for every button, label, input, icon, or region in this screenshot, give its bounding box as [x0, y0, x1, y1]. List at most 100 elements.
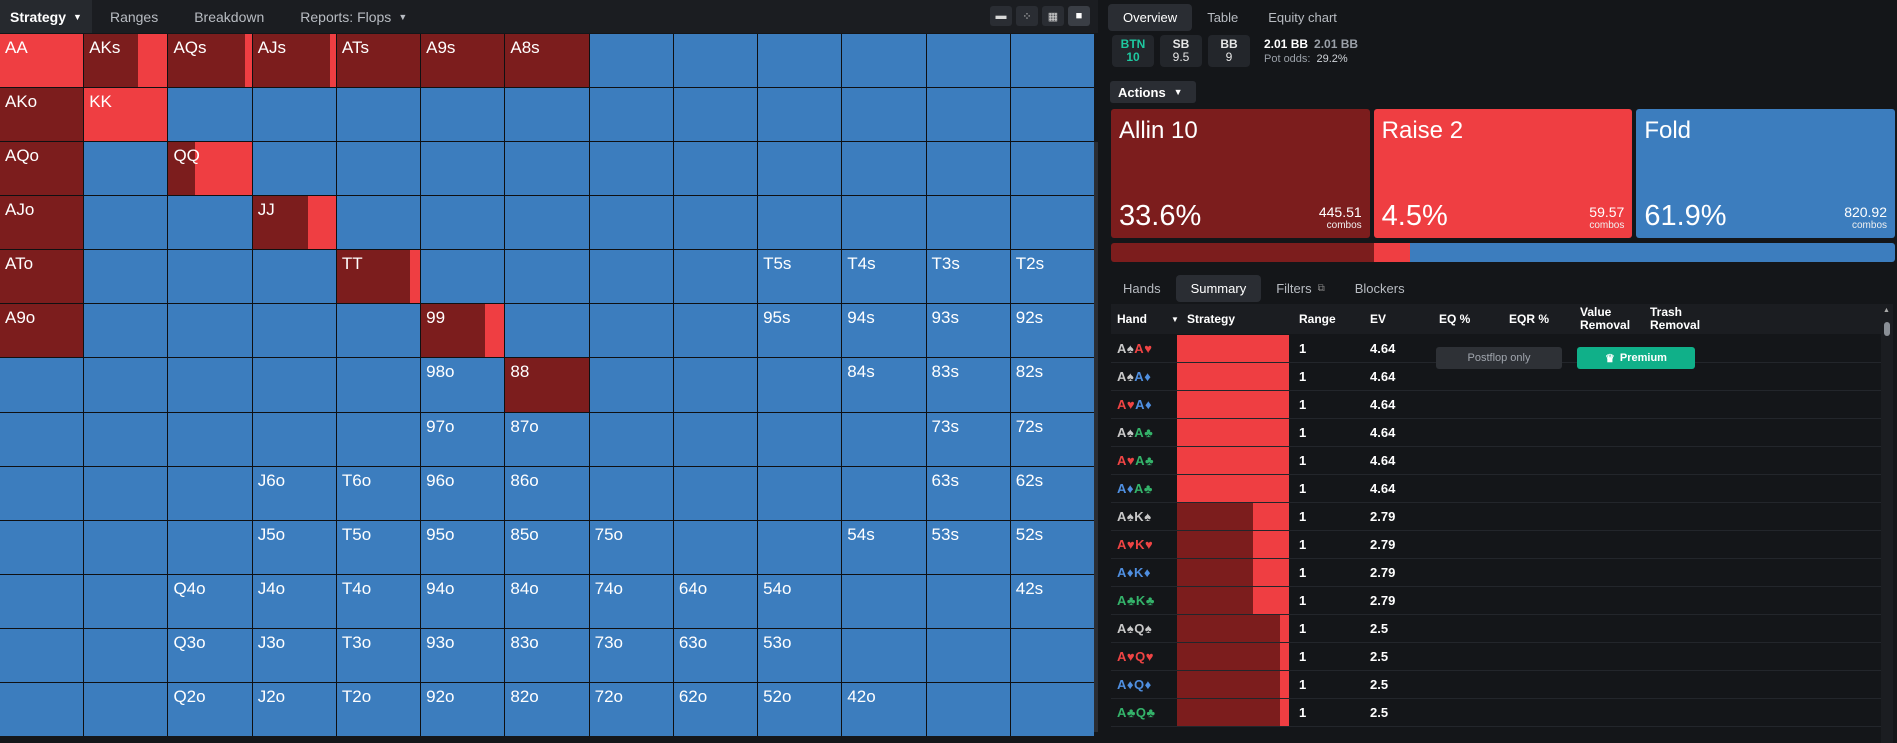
- matrix-cell[interactable]: [673, 142, 758, 196]
- matrix-cell[interactable]: 54s: [842, 520, 926, 574]
- matrix-cell[interactable]: [1010, 628, 1094, 682]
- matrix-cell[interactable]: [0, 520, 84, 574]
- matrix-cell[interactable]: [336, 358, 421, 412]
- matrix-cell[interactable]: 85o: [505, 520, 589, 574]
- column-range[interactable]: Range: [1299, 304, 1336, 334]
- matrix-cell[interactable]: [421, 250, 505, 304]
- column-ev[interactable]: EV: [1370, 304, 1386, 334]
- matrix-cell[interactable]: [842, 34, 926, 88]
- matrix-cell[interactable]: AQo: [0, 142, 84, 196]
- matrix-cell[interactable]: [84, 574, 168, 628]
- tab-overview[interactable]: Overview: [1108, 4, 1193, 31]
- matrix-cell[interactable]: [84, 304, 168, 358]
- matrix-cell[interactable]: 93s: [926, 304, 1010, 358]
- matrix-cell[interactable]: 42s: [1010, 574, 1094, 628]
- matrix-cell[interactable]: T2s: [1010, 250, 1094, 304]
- matrix-cell[interactable]: [673, 196, 758, 250]
- table-row[interactable]: A♥K♥ 1 2.79: [1111, 531, 1881, 559]
- matrix-cell[interactable]: [84, 142, 168, 196]
- column-trash-removal[interactable]: Trash Removal: [1650, 304, 1700, 334]
- tab-equity-chart[interactable]: Equity chart: [1253, 4, 1352, 31]
- matrix-cell[interactable]: [1010, 34, 1094, 88]
- matrix-cell[interactable]: T4o: [336, 574, 421, 628]
- matrix-cell[interactable]: [589, 304, 673, 358]
- matrix-cell[interactable]: [589, 196, 673, 250]
- action-card-fold[interactable]: Fold 61.9% 820.92 combos: [1636, 109, 1896, 238]
- matrix-cell[interactable]: [673, 466, 758, 520]
- matrix-cell[interactable]: QQ: [168, 142, 252, 196]
- matrix-cell[interactable]: [673, 304, 758, 358]
- column-eqr[interactable]: EQR %: [1509, 304, 1549, 334]
- matrix-cell[interactable]: 84s: [842, 358, 926, 412]
- matrix-scrollbar[interactable]: [1094, 142, 1098, 732]
- matrix-cell[interactable]: 52s: [1010, 520, 1094, 574]
- matrix-cell[interactable]: A8s: [505, 34, 589, 88]
- full-view-icon[interactable]: ■: [1068, 6, 1090, 26]
- matrix-cell[interactable]: [252, 142, 336, 196]
- matrix-cell[interactable]: [673, 34, 758, 88]
- table-row[interactable]: A♥A♦ 1 4.64: [1111, 391, 1881, 419]
- matrix-cell[interactable]: J5o: [252, 520, 336, 574]
- matrix-cell[interactable]: JJ: [252, 196, 336, 250]
- action-card-allin[interactable]: Allin 10 33.6% 445.51 combos: [1111, 109, 1370, 238]
- matrix-cell[interactable]: [84, 250, 168, 304]
- matrix-cell[interactable]: AJo: [0, 196, 84, 250]
- matrix-cell[interactable]: [0, 574, 84, 628]
- matrix-cell[interactable]: [1010, 88, 1094, 142]
- matrix-cell[interactable]: [336, 196, 421, 250]
- matrix-cell[interactable]: T6o: [336, 466, 421, 520]
- matrix-cell[interactable]: [842, 142, 926, 196]
- matrix-cell[interactable]: 83o: [505, 628, 589, 682]
- matrix-cell[interactable]: [252, 250, 336, 304]
- tab-summary[interactable]: Summary: [1175, 275, 1262, 302]
- matrix-cell[interactable]: [336, 412, 421, 466]
- matrix-cell[interactable]: 62s: [1010, 466, 1094, 520]
- matrix-cell[interactable]: J4o: [252, 574, 336, 628]
- matrix-cell[interactable]: 53s: [926, 520, 1010, 574]
- matrix-cell[interactable]: [926, 88, 1010, 142]
- table-row[interactable]: A♦Q♦ 1 2.5: [1111, 671, 1881, 699]
- matrix-cell[interactable]: Q4o: [168, 574, 252, 628]
- matrix-cell[interactable]: [589, 358, 673, 412]
- matrix-cell[interactable]: AA: [0, 34, 84, 88]
- split-view-icon[interactable]: ⁘: [1016, 6, 1038, 26]
- position-btn[interactable]: BTN 10: [1112, 35, 1154, 67]
- matrix-cell[interactable]: 94s: [842, 304, 926, 358]
- matrix-cell[interactable]: [758, 34, 842, 88]
- matrix-cell[interactable]: [842, 628, 926, 682]
- matrix-cell[interactable]: KK: [84, 88, 168, 142]
- table-row[interactable]: A♦K♦ 1 2.79: [1111, 559, 1881, 587]
- matrix-cell[interactable]: [673, 412, 758, 466]
- matrix-cell[interactable]: J2o: [252, 682, 336, 736]
- matrix-cell[interactable]: 92o: [421, 682, 505, 736]
- matrix-cell[interactable]: [84, 628, 168, 682]
- matrix-cell[interactable]: [1010, 682, 1094, 736]
- matrix-cell[interactable]: [758, 466, 842, 520]
- table-row[interactable]: A♥Q♥ 1 2.5: [1111, 643, 1881, 671]
- tab-strategy[interactable]: Strategy ▼: [0, 0, 92, 33]
- matrix-cell[interactable]: 86o: [505, 466, 589, 520]
- matrix-cell[interactable]: 53o: [758, 628, 842, 682]
- tab-blockers[interactable]: Blockers: [1340, 275, 1420, 302]
- action-card-raise[interactable]: Raise 2 4.5% 59.57 combos: [1373, 109, 1633, 238]
- column-hand[interactable]: Hand ▼: [1117, 304, 1179, 334]
- matrix-cell[interactable]: [0, 358, 84, 412]
- matrix-cell[interactable]: TT: [336, 250, 421, 304]
- grid-view-icon[interactable]: ▦: [1042, 6, 1064, 26]
- matrix-cell[interactable]: 99: [421, 304, 505, 358]
- matrix-cell[interactable]: [926, 574, 1010, 628]
- matrix-cell[interactable]: [758, 196, 842, 250]
- scroll-up-icon[interactable]: ▲: [1883, 307, 1890, 314]
- matrix-cell[interactable]: [84, 412, 168, 466]
- matrix-cell[interactable]: AJs: [252, 34, 336, 88]
- matrix-cell[interactable]: [842, 412, 926, 466]
- single-view-icon[interactable]: ▬: [990, 6, 1012, 26]
- matrix-cell[interactable]: Q3o: [168, 628, 252, 682]
- matrix-cell[interactable]: [589, 412, 673, 466]
- matrix-cell[interactable]: [0, 682, 84, 736]
- matrix-cell[interactable]: [842, 466, 926, 520]
- matrix-cell[interactable]: [168, 250, 252, 304]
- matrix-cell[interactable]: [84, 358, 168, 412]
- matrix-cell[interactable]: 98o: [421, 358, 505, 412]
- tab-ranges[interactable]: Ranges: [92, 0, 176, 33]
